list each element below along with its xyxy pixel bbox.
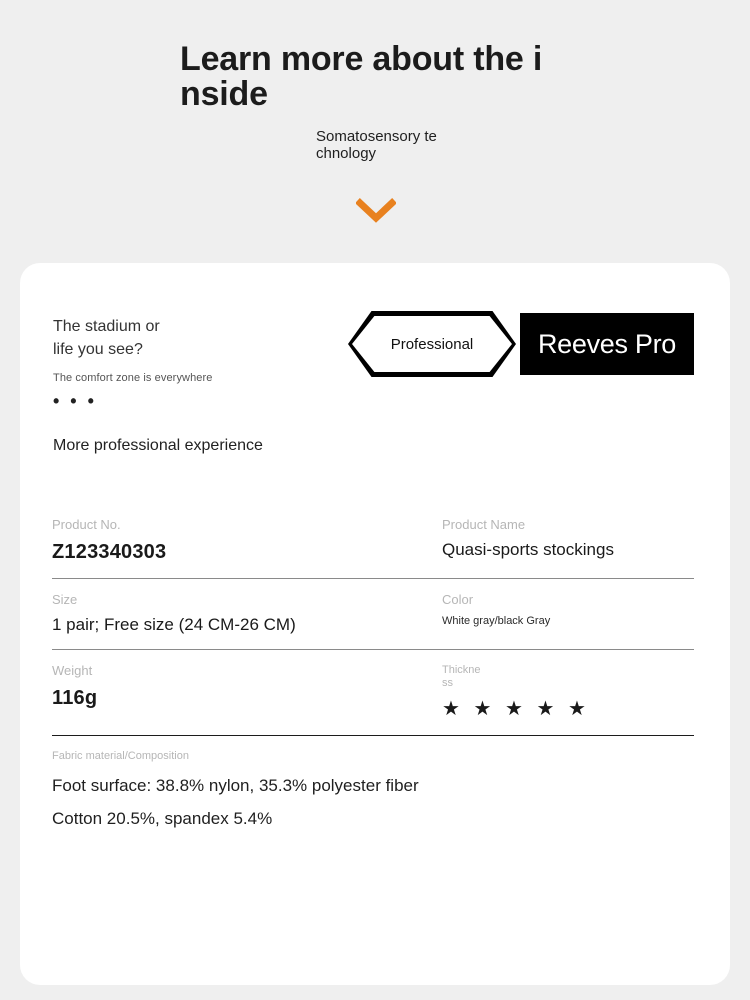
fabric-composition-line-1: Foot surface: 38.8% nylon, 35.3% polyest… xyxy=(52,776,419,796)
spec-label-color: Color xyxy=(442,591,474,607)
spec-row-product: Product No. Z123340303 Product Name Quas… xyxy=(52,517,694,578)
page-title: Learn more about the inside xyxy=(180,40,543,113)
spec-value-product-no: Z123340303 xyxy=(52,540,167,563)
spec-label-size: Size xyxy=(52,591,78,607)
brand-header: The stadium or life you see? The comfort… xyxy=(20,263,730,454)
spec-value-product-name: Quasi-sports stockings xyxy=(442,539,614,559)
ellipsis-icon: • • • xyxy=(53,391,97,411)
thickness-rating-stars: ★ ★ ★ ★ ★ xyxy=(442,697,590,720)
spec-cell-weight: Weight 116g xyxy=(52,663,442,720)
spec-label-thickness: Thickness xyxy=(442,664,481,689)
hero-section: Learn more about the inside Somatosensor… xyxy=(0,0,750,263)
professional-badge: Professional xyxy=(348,311,516,377)
spec-cell-product-name: Product Name Quasi-sports stockings xyxy=(442,517,694,564)
brand-tagline: The stadium or life you see? xyxy=(53,318,160,358)
professional-badge-label: Professional xyxy=(352,316,512,372)
spec-label-fabric: Fabric material/Composition xyxy=(52,749,189,762)
spec-cell-product-no: Product No. Z123340303 xyxy=(52,517,442,564)
spec-value-size: 1 pair; Free size (24 CM-26 CM) xyxy=(52,614,296,634)
spec-cell-size: Size 1 pair; Free size (24 CM-26 CM) xyxy=(52,591,442,635)
spec-label-product-no: Product No. xyxy=(52,517,121,532)
spec-label-weight: Weight xyxy=(52,663,93,679)
brand-experience-text: More professional experience xyxy=(53,437,263,454)
spec-cell-thickness: Thickness ★ ★ ★ ★ ★ xyxy=(442,664,694,720)
spec-value-weight: 116g xyxy=(52,687,98,710)
spec-label-product-name: Product Name xyxy=(442,517,526,532)
spec-cell-color: Color White gray/black Gray xyxy=(442,591,694,635)
fabric-composition-line-2: Cotton 20.5%, spandex 5.4% xyxy=(52,809,273,829)
hero-subtitle: Somatosensory technology xyxy=(316,128,437,162)
brand-name-block: Reeves Pro xyxy=(520,313,694,375)
spec-value-color: White gray/black Gray xyxy=(442,614,551,627)
spec-row-weight: Weight 116g Thickness ★ ★ ★ ★ ★ xyxy=(52,650,694,734)
spec-row-size: Size 1 pair; Free size (24 CM-26 CM) Col… xyxy=(52,579,694,649)
product-card: The stadium or life you see? The comfort… xyxy=(20,263,730,985)
chevron-down-icon[interactable] xyxy=(355,196,397,224)
product-spec-table: Product No. Z123340303 Product Name Quas… xyxy=(52,517,694,836)
brand-subtagline: The comfort zone is everywhere xyxy=(53,372,213,384)
fabric-composition-block: Fabric material/Composition Foot surface… xyxy=(52,736,694,836)
